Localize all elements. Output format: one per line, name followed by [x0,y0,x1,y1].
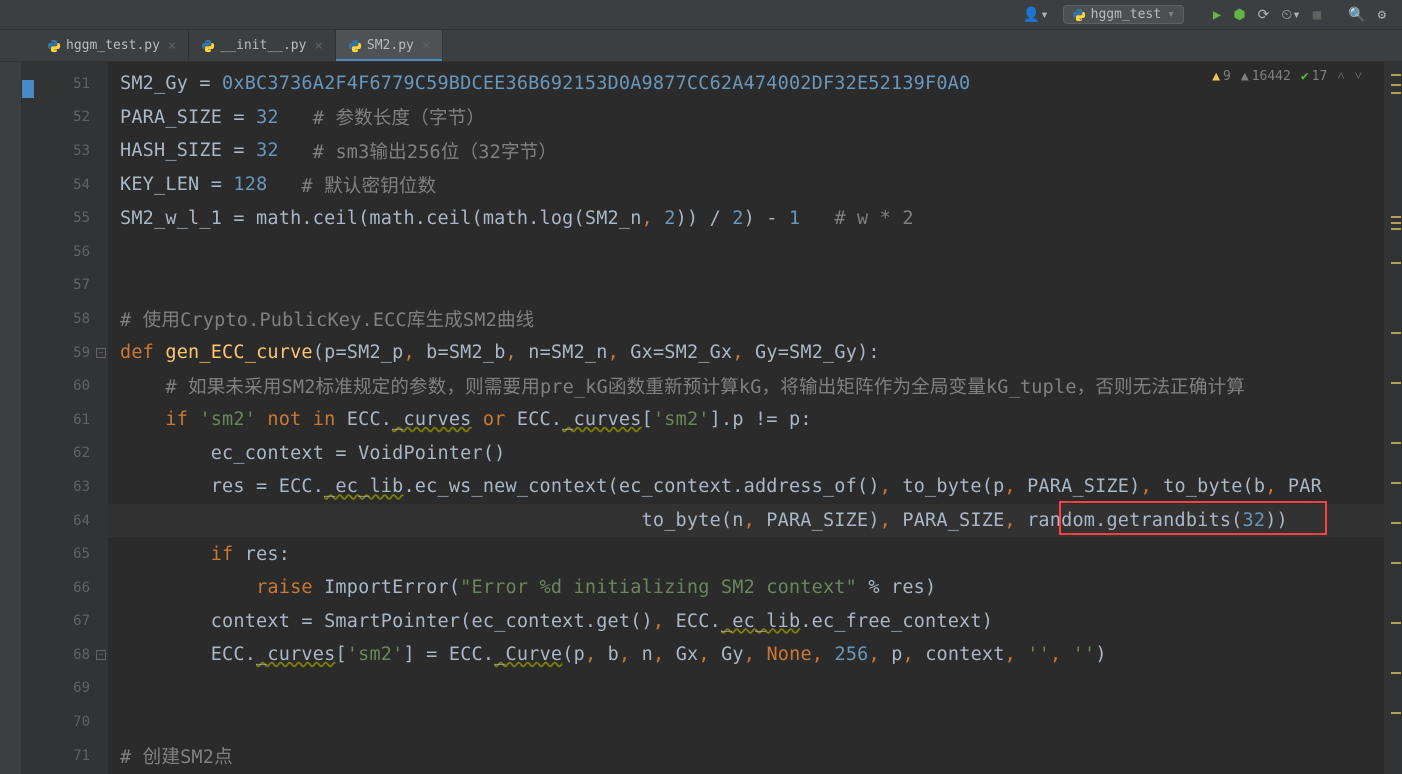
editor-area: 515253545556575859−606162636465666768−69… [0,62,1402,774]
python-icon [47,39,61,53]
close-icon[interactable]: × [314,38,322,54]
add-config-icon[interactable]: 👤▾ [1023,7,1049,23]
chevron-up-icon[interactable]: ˄ [1337,68,1344,84]
line-number: 70 [34,705,108,739]
editor-tabs: hggm_test.py × __init__.py × SM2.py × [0,30,1402,62]
run-icon[interactable]: ▶ [1213,7,1221,23]
close-icon[interactable]: × [422,38,430,54]
line-number: 66 [34,571,108,605]
tab-label: __init__.py [220,38,306,53]
line-number: 67 [34,605,108,639]
settings-icon[interactable]: ⚙ [1378,7,1386,23]
line-number: 68− [34,638,108,672]
python-icon [348,39,362,53]
debug-icon[interactable]: ⬢ [1233,7,1245,23]
run-config-label: hggm_test [1091,7,1161,22]
warning-icon: ▲ [1212,69,1220,84]
line-number: 57 [34,269,108,303]
python-icon [201,39,215,53]
line-number: 58 [34,302,108,336]
line-number: 61 [34,403,108,437]
run-configuration-selector[interactable]: hggm_test ▾ [1063,5,1184,24]
line-number: 63 [34,470,108,504]
profile-icon[interactable]: ⏲▾ [1281,7,1300,23]
line-number: 65 [34,537,108,571]
line-number: 59− [34,336,108,370]
chevron-down-icon[interactable]: ˅ [1355,68,1362,84]
weak-warning-count: 16442 [1252,69,1291,84]
tab-hggm-test[interactable]: hggm_test.py × [35,30,189,61]
tab-label: hggm_test.py [66,38,160,53]
top-toolbar: 👤▾ hggm_test ▾ ▶ ⬢ ⟳ ⏲▾ ■ 🔍 ⚙ [0,0,1402,30]
line-number: 64 [34,504,108,538]
line-number: 60 [34,369,108,403]
status-indicators[interactable]: ▲9 ▲16442 ✔17 ˄ ˅ [1202,68,1362,84]
line-number: 53 [34,134,108,168]
typo-icon: ✔ [1301,69,1309,84]
typo-count: 17 [1312,69,1328,84]
tab-init[interactable]: __init__.py × [189,30,336,61]
line-number: 62 [34,437,108,471]
tab-label: SM2.py [367,38,414,53]
warning-count: 9 [1223,69,1231,84]
line-numbers-gutter: 515253545556575859−606162636465666768−69… [34,62,108,774]
fold-icon[interactable]: − [96,650,106,660]
coverage-icon[interactable]: ⟳ [1258,7,1270,23]
tool-window-bar[interactable] [0,62,22,774]
line-number: 51 [34,67,108,101]
error-stripe[interactable] [1384,62,1402,774]
search-icon[interactable]: 🔍 [1348,7,1365,23]
close-icon[interactable]: × [168,38,176,54]
weak-warning-icon: ▲ [1241,69,1249,84]
line-number: 71 [34,739,108,773]
stop-icon[interactable]: ■ [1313,7,1321,23]
tab-sm2[interactable]: SM2.py × [336,30,443,61]
python-icon [1072,8,1086,22]
chevron-down-icon: ▾ [1167,7,1175,22]
line-number: 69 [34,672,108,706]
line-number: 55 [34,201,108,235]
fold-icon[interactable]: − [96,348,106,358]
line-number: 54 [34,168,108,202]
code-content[interactable]: ▲9 ▲16442 ✔17 ˄ ˅ SM2_Gy = 0xBC3736A2F4F… [108,62,1384,774]
line-number: 52 [34,101,108,135]
left-indicator [22,62,34,774]
line-number: 56 [34,235,108,269]
